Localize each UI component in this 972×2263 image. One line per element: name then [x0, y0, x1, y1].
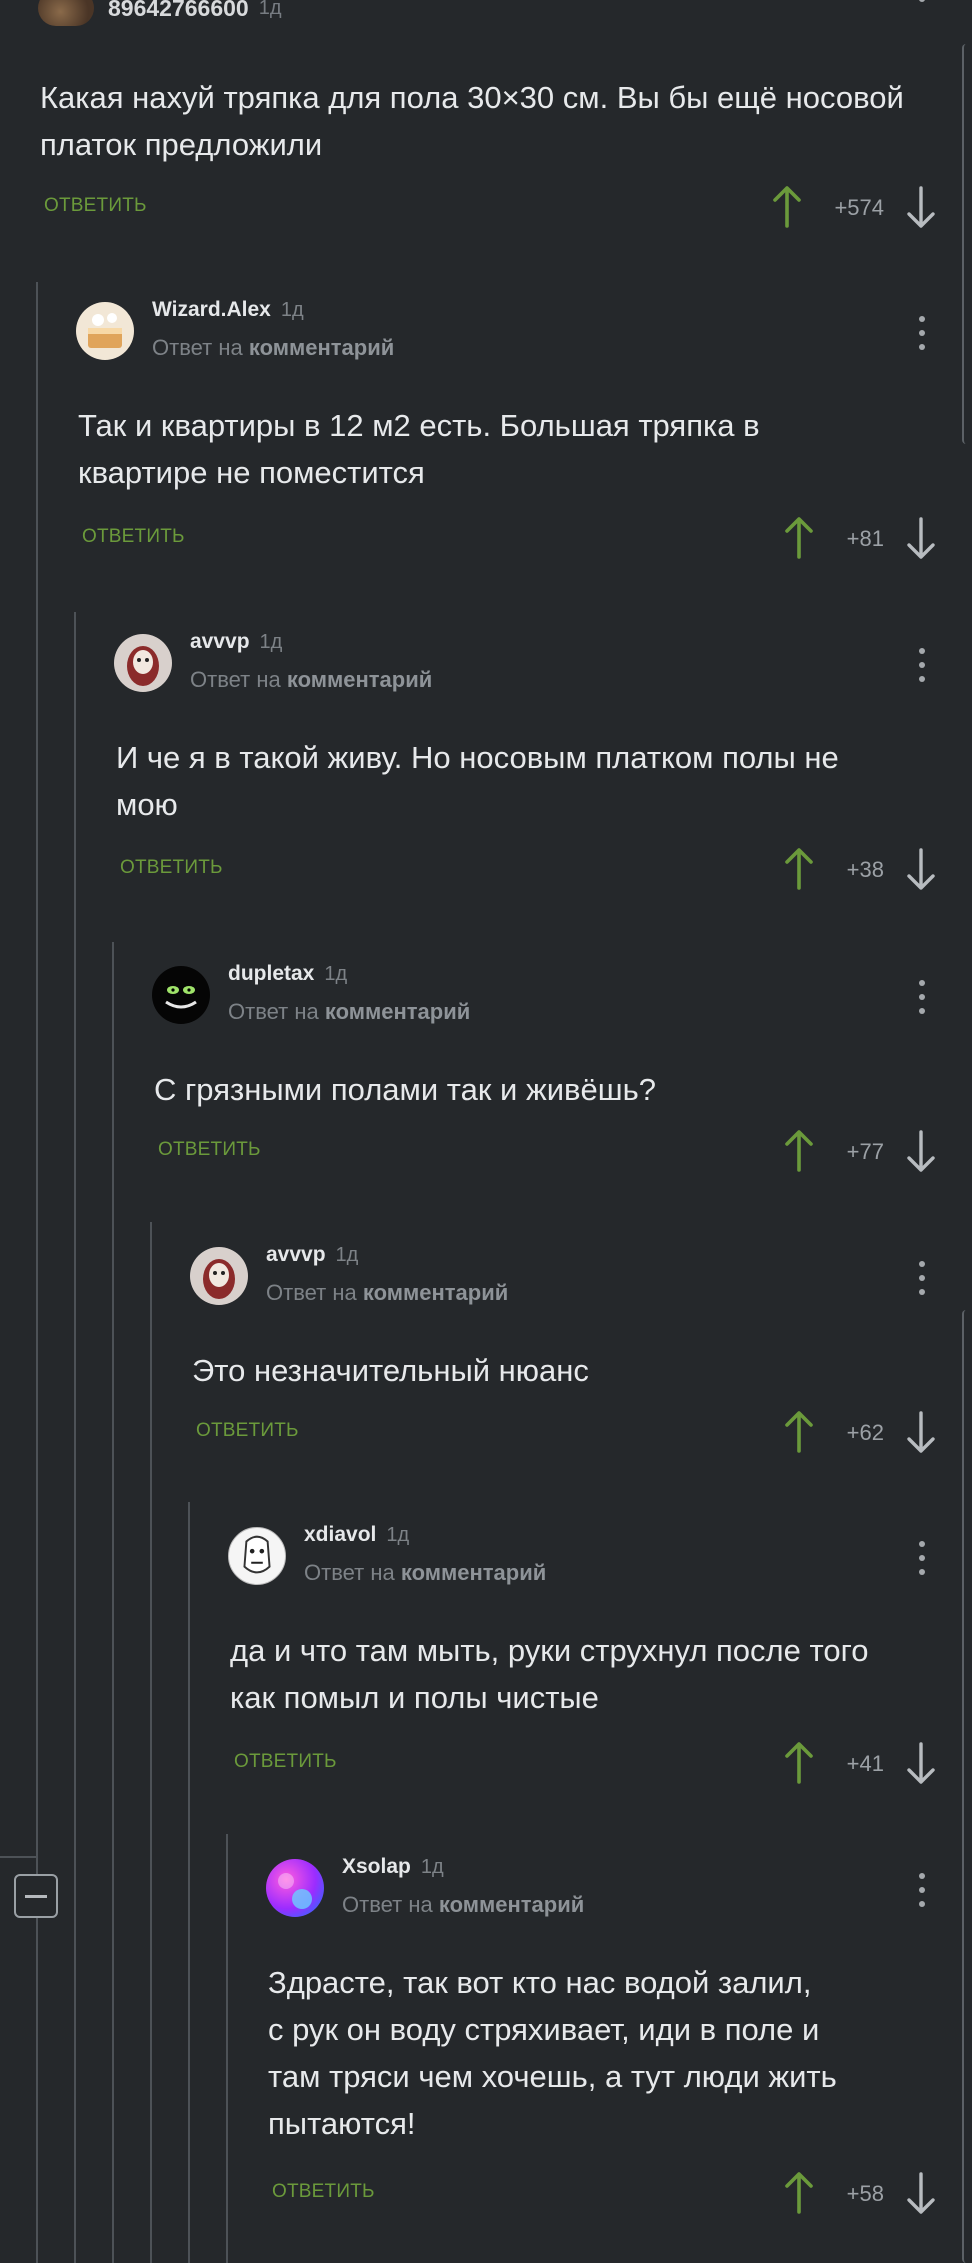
reply-button[interactable]: ОТВЕТИТЬ [272, 2181, 375, 2203]
more-options-icon[interactable] [919, 0, 925, 16]
more-options-icon[interactable] [919, 648, 925, 682]
downvote-arrow-icon[interactable] [904, 1129, 938, 1173]
reply-button[interactable]: ОТВЕТИТЬ [234, 1751, 337, 1773]
cake-avatar[interactable] [76, 302, 134, 360]
reply-button[interactable]: ОТВЕТИТЬ [158, 1139, 261, 1161]
collapse-thread-button[interactable] [14, 1874, 58, 1918]
reply-to-label: Ответ на комментарий [304, 1560, 547, 1585]
comment-time: 1д [259, 631, 283, 653]
more-options-icon[interactable] [919, 1541, 925, 1575]
reply-to-label: Ответ на комментарий [342, 1892, 585, 1917]
sketch-face-avatar[interactable] [228, 1527, 286, 1585]
thread-line-1 [36, 282, 38, 2263]
neon-avatar[interactable] [266, 1859, 324, 1917]
scrollbar-upper[interactable] [962, 44, 972, 444]
comment-time: 1д [386, 1524, 410, 1546]
comment-score: +58 [846, 2181, 884, 2206]
vote-widget: +41 [782, 1741, 940, 1791]
upvote-arrow-icon[interactable] [782, 1741, 816, 1785]
reply-button[interactable]: ОТВЕТИТЬ [82, 526, 185, 548]
top-comment-time: 1д [258, 0, 282, 19]
upvote-arrow-icon[interactable] [782, 516, 816, 560]
reply-button[interactable]: ОТВЕТИТЬ [120, 857, 223, 879]
upvote-arrow-icon[interactable] [782, 1410, 816, 1454]
comment-time: 1д [324, 963, 348, 985]
comment-username[interactable]: Xsolap 1д [342, 1855, 444, 1879]
more-options-icon[interactable] [919, 1873, 925, 1907]
comment-score: +81 [846, 526, 884, 551]
reply-to-label: Ответ на комментарий [152, 335, 395, 360]
upvote-arrow-icon[interactable] [782, 1129, 816, 1173]
vote-widget: +77 [782, 1129, 940, 1179]
reply-to-link[interactable]: комментарий [363, 1280, 508, 1305]
upvote-arrow-icon[interactable] [770, 185, 804, 229]
comment-score: +41 [846, 1751, 884, 1776]
upvote-arrow-icon[interactable] [782, 847, 816, 891]
reply-button[interactable]: ОТВЕТИТЬ [44, 195, 147, 217]
scrollbar-lower[interactable] [962, 1310, 972, 2263]
downvote-arrow-icon[interactable] [904, 1741, 938, 1785]
comment-item: avvvp 1д Ответ на комментарий И че я в та… [114, 630, 934, 880]
cheshire-cat-avatar[interactable] [152, 966, 210, 1024]
comment-time: 1д [420, 1856, 444, 1878]
comment-score: +62 [846, 1420, 884, 1445]
reply-to-link[interactable]: комментарий [325, 999, 470, 1024]
comment-username[interactable]: Wizard.Alex 1д [152, 298, 304, 322]
comment-item: Xsolap 1д Ответ на комментарий Здрасте, т… [266, 1855, 940, 2195]
top-comment-header: 89642766600 1д [38, 0, 282, 28]
downvote-arrow-icon[interactable] [904, 2171, 938, 2215]
thread-line-5 [188, 1502, 190, 2263]
more-options-icon[interactable] [919, 1261, 925, 1295]
more-options-icon[interactable] [919, 980, 925, 1014]
thread-line-4 [150, 1222, 152, 2263]
top-comment-text: Какая нахуй тряпка для пола 30×30 см. Вы… [40, 80, 904, 162]
comment-score: +77 [846, 1139, 884, 1164]
reply-to-link[interactable]: комментарий [249, 335, 394, 360]
downvote-arrow-icon[interactable] [904, 516, 938, 560]
comment-score: +574 [834, 195, 884, 220]
vote-widget: +574 [770, 185, 940, 235]
vote-widget: +58 [782, 2171, 940, 2221]
downvote-arrow-icon[interactable] [904, 185, 938, 229]
comment-text: Так и квартиры в 12 м2 есть. Большая тря… [78, 408, 760, 490]
reply-to-label: Ответ на комментарий [190, 667, 433, 692]
reply-to-label: Ответ на комментарий [266, 1280, 509, 1305]
comment-username[interactable]: avvvp 1д [266, 1243, 358, 1267]
comment-text: Здрасте, так вот кто нас водой залил, с … [268, 1965, 837, 2141]
face-avatar[interactable] [190, 1247, 248, 1305]
vote-widget: +38 [782, 847, 940, 897]
collapse-connector [0, 1856, 36, 1858]
face-avatar[interactable] [114, 634, 172, 692]
comment-score: +38 [846, 857, 884, 882]
comment-time: 1д [335, 1244, 359, 1266]
reply-to-label: Ответ на комментарий [228, 999, 471, 1024]
comment-text: И че я в такой живу. Но носовым платком … [116, 740, 839, 822]
comment-username[interactable]: xdiavol 1д [304, 1523, 409, 1547]
comment-text: да и что там мыть, руки струхнул после т… [230, 1633, 869, 1715]
downvote-arrow-icon[interactable] [904, 1410, 938, 1454]
vote-widget: +62 [782, 1410, 940, 1460]
thread-line-2 [74, 612, 76, 2263]
more-options-icon[interactable] [919, 316, 925, 350]
comment-username[interactable]: avvvp 1д [190, 630, 282, 654]
reply-button[interactable]: ОТВЕТИТЬ [196, 1420, 299, 1442]
downvote-arrow-icon[interactable] [904, 847, 938, 891]
reply-to-link[interactable]: комментарий [439, 1892, 584, 1917]
comment-item: Wizard.Alex 1д Ответ на комментарий Так и… [76, 298, 936, 548]
comment-text: С грязными полами так и живёшь? [154, 1072, 656, 1107]
vote-widget: +81 [782, 516, 940, 566]
comment-text: Это незначительный нюанс [192, 1353, 589, 1388]
thread-line-6 [226, 1834, 228, 2263]
top-comment-avatar[interactable] [38, 0, 94, 26]
comment-item: xdiavol 1д Ответ на комментарий да и что … [228, 1523, 940, 1773]
reply-to-link[interactable]: комментарий [287, 667, 432, 692]
comment-time: 1д [280, 299, 304, 321]
comment-username[interactable]: dupletax 1д [228, 962, 347, 986]
thread-line-3 [112, 942, 114, 2263]
top-comment-username[interactable]: 89642766600 [108, 0, 249, 22]
upvote-arrow-icon[interactable] [782, 2171, 816, 2215]
reply-to-link[interactable]: комментарий [401, 1560, 546, 1585]
